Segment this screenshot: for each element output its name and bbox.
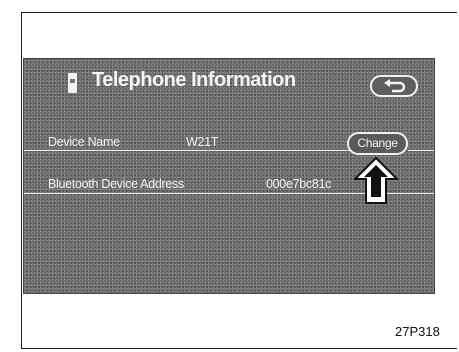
telephone-information-screen: Telephone Information Device Name W21T C… <box>23 58 435 294</box>
bluetooth-address-label: Bluetooth Device Address <box>48 177 184 191</box>
pointer-arrow-icon <box>354 157 398 204</box>
device-name-value: W21T <box>186 135 219 149</box>
change-button[interactable]: Change <box>347 132 408 155</box>
row-divider <box>408 150 434 151</box>
back-button[interactable] <box>370 75 418 97</box>
row-divider <box>24 150 352 151</box>
phone-icon <box>68 73 77 93</box>
figure-caption: 27P318 <box>395 324 440 339</box>
bluetooth-address-value: 000e7bc81c <box>266 177 332 191</box>
device-name-label: Device Name <box>48 135 120 149</box>
screen-title: Telephone Information <box>92 69 296 91</box>
return-arrow-icon <box>384 79 406 93</box>
